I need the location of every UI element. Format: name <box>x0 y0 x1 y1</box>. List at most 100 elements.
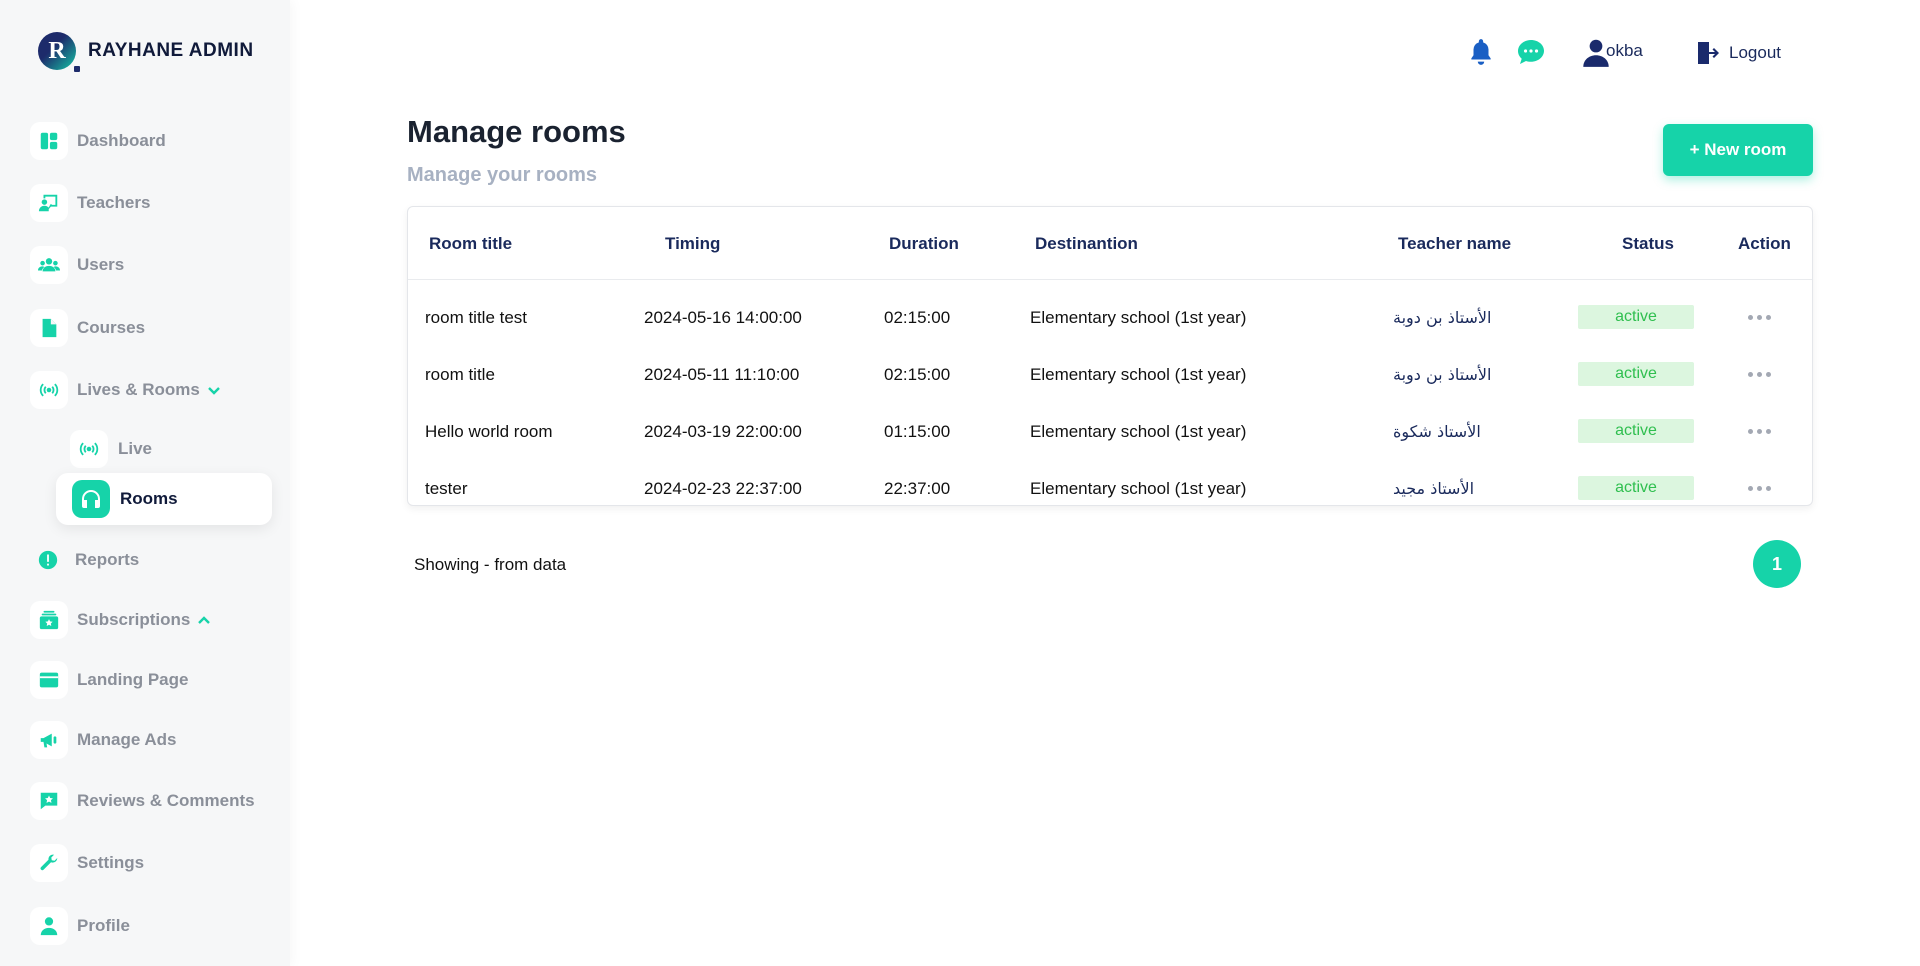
table-row[interactable]: room title 2024-05-11 11:10:00 02:15:00 … <box>408 347 1812 403</box>
pagination-page-1[interactable]: 1 <box>1753 540 1801 588</box>
cell-duration: 22:37:00 <box>884 479 951 498</box>
more-actions-icon[interactable] <box>1742 357 1776 391</box>
cell-destination: Elementary school (1st year) <box>1030 479 1247 498</box>
sidebar-item-label: Live <box>118 439 153 458</box>
more-actions-icon[interactable] <box>1742 414 1776 448</box>
status-badge: active <box>1578 362 1694 386</box>
alert-icon <box>30 541 66 579</box>
sidebar-item-label: Profile <box>77 916 130 935</box>
users-icon <box>30 246 68 284</box>
cell-duration: 02:15:00 <box>884 308 951 327</box>
chevron-down-icon[interactable] <box>206 382 222 398</box>
sidebar: R RAYHANE ADMIN Dashboard Teachers Users… <box>0 0 290 966</box>
sidebar-item-lives-rooms[interactable]: Lives & Rooms <box>30 370 222 410</box>
new-room-button[interactable]: + New room <box>1663 124 1813 176</box>
column-header-destination[interactable]: Destinantion <box>1035 234 1138 254</box>
sidebar-item-label: Reports <box>75 550 140 569</box>
cell-timing: 2024-03-19 22:00:00 <box>644 422 802 441</box>
broadcast-icon <box>30 371 68 409</box>
brand-logo: R <box>38 32 80 72</box>
logout-button[interactable]: Logout <box>1695 40 1781 66</box>
status-badge: active <box>1578 476 1694 500</box>
sidebar-item-label: Lives & Rooms <box>77 380 200 399</box>
wrench-icon <box>30 844 68 882</box>
sidebar-item-label: Landing Page <box>77 670 189 689</box>
column-header-timing[interactable]: Timing <box>665 234 720 254</box>
table-header: Room title Timing Duration Destinantion … <box>408 207 1812 280</box>
column-header-action: Action <box>1738 234 1791 253</box>
cell-teacher-name: الأستاذ بن دوبة <box>1393 365 1492 384</box>
cell-room-title: Hello world room <box>425 422 553 441</box>
user-icon <box>30 907 68 945</box>
sidebar-item-settings[interactable]: Settings <box>30 843 144 883</box>
rooms-table: Room title Timing Duration Destinantion … <box>407 206 1813 506</box>
subscription-icon <box>30 601 68 639</box>
sidebar-item-live[interactable]: Live <box>70 429 152 469</box>
page-subtitle: Manage your rooms <box>407 164 598 186</box>
cell-room-title: room title <box>425 365 495 384</box>
cell-room-title: room title test <box>425 308 528 327</box>
sidebar-item-label: Subscriptions <box>77 610 191 629</box>
sidebar-item-courses[interactable]: Courses <box>30 308 145 348</box>
cell-teacher-name: الأستاذ بن دوبة <box>1393 308 1492 327</box>
logout-label: Logout <box>1729 43 1781 62</box>
table-row[interactable]: room title test 2024-05-16 14:00:00 02:1… <box>408 290 1812 346</box>
sidebar-item-manage-ads[interactable]: Manage Ads <box>30 720 177 760</box>
sidebar-item-reports[interactable]: Reports <box>30 540 139 580</box>
more-actions-icon[interactable] <box>1742 300 1776 334</box>
brand-name: RAYHANE ADMIN <box>88 40 254 61</box>
sidebar-item-dashboard[interactable]: Dashboard <box>30 121 166 161</box>
sidebar-item-label: Courses <box>77 318 146 337</box>
cell-timing: 2024-02-23 22:37:00 <box>644 479 802 498</box>
column-header-status[interactable]: Status <box>1622 234 1674 254</box>
brand[interactable]: R RAYHANE ADMIN <box>38 32 254 72</box>
review-icon <box>30 782 68 820</box>
more-actions-icon[interactable] <box>1742 471 1776 505</box>
card-icon <box>30 661 68 699</box>
table-row[interactable]: Hello world room 2024-03-19 22:00:00 01:… <box>408 404 1812 460</box>
sidebar-item-users[interactable]: Users <box>30 245 124 285</box>
cell-teacher-name: الأستاذ شكوة <box>1393 422 1481 441</box>
cell-teacher-name: الأستاذ مجيد <box>1393 479 1475 498</box>
cell-room-title: tester <box>425 479 468 498</box>
broadcast-icon <box>70 430 108 468</box>
cell-destination: Elementary school (1st year) <box>1030 308 1247 327</box>
sidebar-item-label: Rooms <box>120 489 178 508</box>
sidebar-item-label: Users <box>77 255 125 274</box>
user-name[interactable]: okba <box>1606 41 1643 61</box>
file-icon <box>30 309 68 347</box>
column-header-teacher-name[interactable]: Teacher name <box>1398 234 1511 254</box>
bell-icon[interactable] <box>1468 37 1494 72</box>
cell-destination: Elementary school (1st year) <box>1030 422 1247 441</box>
teacher-board-icon <box>30 184 68 222</box>
status-badge: active <box>1578 305 1694 329</box>
sidebar-item-subscriptions[interactable]: Subscriptions <box>30 600 212 640</box>
sidebar-item-reviews-comments[interactable]: Reviews & Comments <box>30 781 255 821</box>
sidebar-item-label: Reviews & Comments <box>77 791 255 810</box>
cell-destination: Elementary school (1st year) <box>1030 365 1247 384</box>
logout-icon <box>1698 42 1719 64</box>
sidebar-item-rooms[interactable]: Rooms <box>56 473 272 525</box>
cell-timing: 2024-05-16 14:00:00 <box>644 308 802 327</box>
sidebar-item-teachers[interactable]: Teachers <box>30 183 150 223</box>
headphones-icon <box>72 480 110 518</box>
column-header-duration[interactable]: Duration <box>889 234 959 254</box>
page-title: Manage rooms <box>407 114 626 149</box>
megaphone-icon <box>30 721 68 759</box>
chevron-up-icon[interactable] <box>196 612 212 628</box>
cell-duration: 01:15:00 <box>884 422 951 441</box>
sidebar-item-profile[interactable]: Profile <box>30 906 130 946</box>
status-badge: active <box>1578 419 1694 443</box>
sidebar-item-landing-page[interactable]: Landing Page <box>30 660 188 700</box>
table-row[interactable]: tester 2024-02-23 22:37:00 22:37:00 Elem… <box>408 461 1812 517</box>
cell-timing: 2024-05-11 11:10:00 <box>644 365 800 384</box>
sidebar-item-label: Dashboard <box>77 131 166 150</box>
chat-icon[interactable] <box>1516 38 1546 71</box>
sidebar-item-label: Teachers <box>77 193 151 212</box>
cell-duration: 02:15:00 <box>884 365 951 384</box>
sidebar-item-label: Manage Ads <box>77 730 177 749</box>
dashboard-icon <box>30 122 68 160</box>
column-header-room-title[interactable]: Room title <box>429 234 512 254</box>
pagination-summary: Showing - from data <box>414 555 567 574</box>
sidebar-item-label: Settings <box>77 853 145 872</box>
